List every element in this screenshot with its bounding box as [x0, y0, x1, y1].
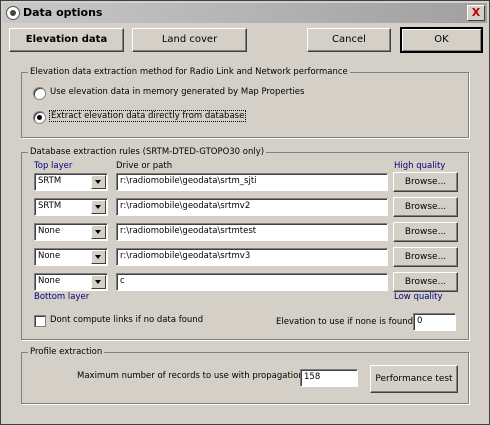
elevation-none-label: Elevation to use if none is found (m) — [276, 317, 431, 327]
close-button[interactable]: X — [467, 5, 485, 21]
ok-button[interactable]: OK — [400, 27, 483, 53]
dont-compute-label[interactable]: Dont compute links if no data found — [50, 315, 203, 325]
dropdown-arrow-icon[interactable] — [91, 175, 106, 189]
path-input-3[interactable]: r:\radiomobile\geodata\srtmtest — [116, 223, 388, 241]
browse-button-3[interactable]: Browse... — [393, 222, 458, 242]
layer-select-3[interactable]: None — [34, 223, 108, 241]
extract-database-radio[interactable] — [33, 111, 46, 124]
bottom-layer-label: Bottom layer — [34, 292, 90, 302]
layer-select-2[interactable]: SRTM — [34, 198, 108, 216]
extraction-rules-group: Database extraction rules (SRTM-DTED-GTO… — [21, 147, 469, 340]
performance-test-button[interactable]: Performance test — [370, 365, 458, 393]
dropdown-arrow-icon[interactable] — [91, 275, 106, 289]
dropdown-arrow-icon[interactable] — [91, 250, 106, 264]
path-input-4[interactable]: r:\radiomobile\geodata\srtmv3 — [116, 248, 388, 266]
dropdown-arrow-icon[interactable] — [91, 200, 106, 214]
layer-select-4[interactable]: None — [34, 248, 108, 266]
extraction-method-label: Elevation data extraction method for Rad… — [28, 67, 350, 77]
path-input-1[interactable]: r:\radiomobile\geodata\srtm_sjti — [116, 173, 388, 191]
max-records-input[interactable]: 158 — [300, 369, 358, 387]
profile-extraction-label: Profile extraction — [28, 347, 105, 357]
land-cover-button[interactable]: Land cover — [132, 28, 247, 52]
browse-button-5[interactable]: Browse... — [393, 272, 458, 292]
profile-extraction-group: Profile extraction Maximum number of rec… — [21, 347, 469, 404]
dropdown-arrow-icon[interactable] — [91, 225, 106, 239]
window-title: Data options — [23, 6, 103, 19]
cancel-button[interactable]: Cancel — [307, 28, 391, 52]
browse-button-2[interactable]: Browse... — [393, 197, 458, 217]
extract-database-label[interactable]: Extract elevation data directly from dat… — [49, 110, 247, 122]
title-bar: Data options X — [3, 3, 487, 23]
app-icon — [6, 6, 20, 20]
top-layer-label: Top layer — [34, 161, 73, 171]
max-records-label: Maximum number of records to use with pr… — [77, 371, 333, 381]
drive-path-label: Drive or path — [116, 161, 173, 171]
elevation-data-button[interactable]: Elevation data — [9, 28, 124, 52]
layer-select-1[interactable]: SRTM — [34, 173, 108, 191]
high-quality-label: High quality — [394, 161, 446, 171]
data-options-window: Data options X Elevation data Land cover… — [0, 0, 490, 425]
use-memory-radio[interactable] — [33, 87, 46, 100]
path-input-2[interactable]: r:\radiomobile\geodata\srtmv2 — [116, 198, 388, 216]
path-input-5[interactable]: c — [116, 273, 388, 291]
dont-compute-checkbox[interactable] — [34, 315, 46, 327]
low-quality-label: Low quality — [394, 292, 443, 302]
use-memory-label[interactable]: Use elevation data in memory generated b… — [50, 87, 304, 97]
layer-select-5[interactable]: None — [34, 273, 108, 291]
elevation-none-input[interactable]: 0 — [413, 313, 456, 331]
browse-button-1[interactable]: Browse... — [393, 172, 458, 192]
browse-button-4[interactable]: Browse... — [393, 247, 458, 267]
extraction-rules-label: Database extraction rules (SRTM-DTED-GTO… — [28, 147, 267, 157]
extraction-method-group: Elevation data extraction method for Rad… — [21, 67, 469, 138]
